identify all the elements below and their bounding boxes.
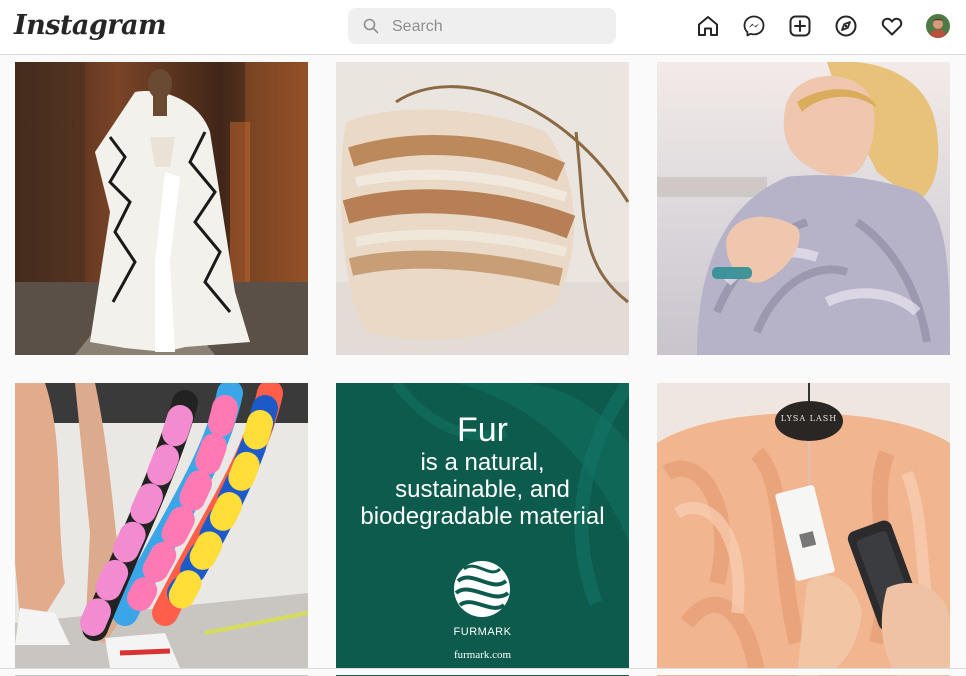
search-input[interactable] — [390, 8, 604, 46]
post-furmark-ad[interactable]: Fur is a natural, sustainable, and biode… — [336, 383, 629, 676]
post-image — [336, 62, 629, 355]
post-image — [657, 62, 950, 355]
top-nav-bar: Instagram — [0, 0, 966, 55]
post-image — [657, 383, 950, 676]
page-bottom-border — [0, 668, 966, 675]
explore-icon[interactable] — [834, 14, 858, 38]
ad-line-1: is a natural, — [420, 449, 545, 476]
activity-heart-icon[interactable] — [880, 14, 904, 38]
furmark-logo — [454, 561, 510, 617]
brand-tag-text: LYSA LASH — [780, 414, 838, 423]
new-post-icon[interactable] — [788, 14, 812, 38]
instagram-logo[interactable]: Instagram — [14, 10, 167, 41]
profile-avatar[interactable] — [926, 14, 950, 38]
post-colorful-fur-scarves[interactable] — [15, 383, 308, 676]
ad-title: Fur — [457, 411, 508, 449]
ad-line-2: sustainable, and — [395, 476, 570, 503]
search-icon — [363, 18, 379, 34]
home-icon[interactable] — [696, 14, 720, 38]
post-image — [15, 62, 308, 355]
post-image — [15, 383, 308, 676]
post-peach-fur-tag-phone[interactable]: LYSA LASH — [657, 383, 950, 676]
post-woman-silver-fox-fur[interactable] — [657, 62, 950, 355]
avatar-image — [926, 14, 950, 38]
search-box[interactable] — [348, 8, 616, 46]
ad-body: is a natural, sustainable, and biodegrad… — [336, 449, 629, 530]
messenger-icon[interactable] — [742, 14, 766, 38]
ad-line-3: biodegradable material — [360, 503, 605, 530]
post-fox-fur-bag[interactable] — [336, 62, 629, 355]
post-runway-white-fur-coat[interactable] — [15, 62, 308, 355]
ad-url: furmark.com — [453, 649, 512, 661]
ad-brand: FURMARK — [453, 626, 512, 638]
